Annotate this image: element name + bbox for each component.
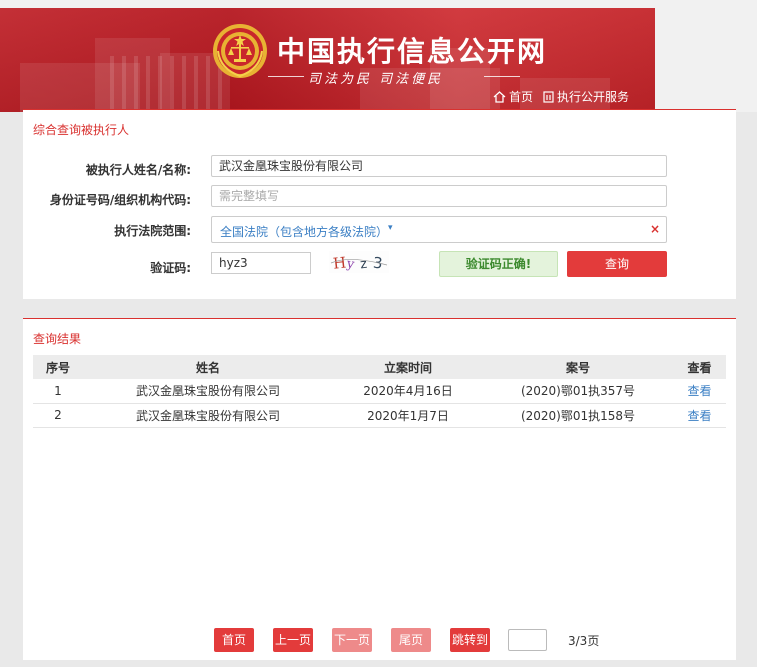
prev-page-button[interactable]: 上一页 (273, 628, 313, 652)
search-panel: 综合查询被执行人 被执行人姓名/名称: 武汉金凰珠宝股份有限公司 身份证号码/组… (23, 109, 736, 299)
view-link[interactable]: 查看 (673, 379, 726, 404)
row-name: 武汉金凰珠宝股份有限公司 (83, 403, 333, 428)
row-filing-date: 2020年1月7日 (333, 403, 483, 428)
site-header: 中国执行信息公开网 司法为民 司法便民 首页 执行公开服务 (0, 0, 757, 112)
column-header-view: 查看 (673, 355, 726, 379)
nav-enforcement-service-label: 执行公开服务 (556, 90, 629, 104)
search-panel-title: 综合查询被执行人 (33, 123, 130, 137)
row-index: 1 (33, 379, 83, 404)
column-header-name: 姓名 (83, 355, 333, 379)
id-number-input[interactable]: 需完整填写 (211, 185, 667, 207)
search-button[interactable]: 查询 (567, 251, 667, 277)
page-number-input[interactable] (508, 629, 547, 651)
clear-icon[interactable]: × (650, 222, 660, 236)
site-slogan: 司法为民 司法便民 (308, 72, 444, 87)
site-title: 中国执行信息公开网 (277, 35, 548, 68)
captcha-label: 验证码: (150, 261, 191, 275)
table-header-row: 序号 姓名 立案时间 案号 查看 (33, 355, 726, 379)
nav-enforcement-service-link[interactable]: 执行公开服务 (543, 88, 629, 105)
last-page-button[interactable]: 尾页 (391, 628, 431, 652)
nav-home-link[interactable]: 首页 (493, 88, 533, 105)
captcha-char: y (345, 256, 356, 272)
court-emblem-icon (213, 24, 267, 78)
column-header-filing-date: 立案时间 (333, 355, 483, 379)
captcha-input[interactable]: hyz3 (211, 252, 311, 274)
pagination: 首页 上一页 下一页 尾页 跳转到 3/3页 (214, 628, 599, 652)
row-case-number: (2020)鄂01执158号 (483, 403, 673, 428)
table-row: 1 武汉金凰珠宝股份有限公司 2020年4月16日 (2020)鄂01执357号… (33, 379, 726, 404)
page-count: 3/3页 (568, 633, 600, 648)
first-page-button[interactable]: 首页 (214, 628, 254, 652)
nav-home-label: 首页 (508, 90, 533, 104)
jump-to-button[interactable]: 跳转到 (450, 628, 490, 652)
captcha-char: z (359, 257, 368, 273)
table-row: 2 武汉金凰珠宝股份有限公司 2020年1月7日 (2020)鄂01执158号 … (33, 403, 726, 428)
column-header-case-number: 案号 (483, 355, 673, 379)
name-input[interactable]: 武汉金凰珠宝股份有限公司 (211, 155, 667, 177)
top-navigation: 首页 执行公开服务 (493, 88, 629, 105)
slogan-divider (268, 76, 304, 77)
court-range-value: 全国法院（包含地方各级法院） (220, 225, 389, 239)
row-case-number: (2020)鄂01执357号 (483, 379, 673, 404)
slogan-divider (484, 76, 520, 77)
header-banner: 中国执行信息公开网 司法为民 司法便民 首页 执行公开服务 (0, 8, 655, 112)
chevron-down-icon[interactable]: ▾ (388, 223, 393, 233)
captcha-image[interactable]: H y z 3 (329, 251, 389, 273)
results-table: 序号 姓名 立案时间 案号 查看 1 武汉金凰珠宝股份有限公司 2020年4月1… (33, 355, 726, 428)
id-number-label: 身份证号码/组织机构代码: (49, 193, 191, 207)
name-label: 被执行人姓名/名称: (85, 163, 191, 177)
document-icon (543, 90, 554, 103)
row-filing-date: 2020年4月16日 (333, 379, 483, 404)
column-header-index: 序号 (33, 355, 83, 379)
results-panel-title: 查询结果 (33, 332, 82, 346)
view-link[interactable]: 查看 (673, 403, 726, 428)
row-index: 2 (33, 403, 83, 428)
court-range-select[interactable]: 全国法院（包含地方各级法院） ▾ × (211, 216, 667, 243)
results-panel: 查询结果 序号 姓名 立案时间 案号 查看 1 武汉金凰珠宝股份有限公司 202… (23, 318, 736, 660)
home-icon (493, 90, 506, 103)
court-range-label: 执行法院范围: (114, 224, 191, 238)
row-name: 武汉金凰珠宝股份有限公司 (83, 379, 333, 404)
next-page-button[interactable]: 下一页 (332, 628, 372, 652)
captcha-status-badge: 验证码正确! (439, 251, 558, 277)
